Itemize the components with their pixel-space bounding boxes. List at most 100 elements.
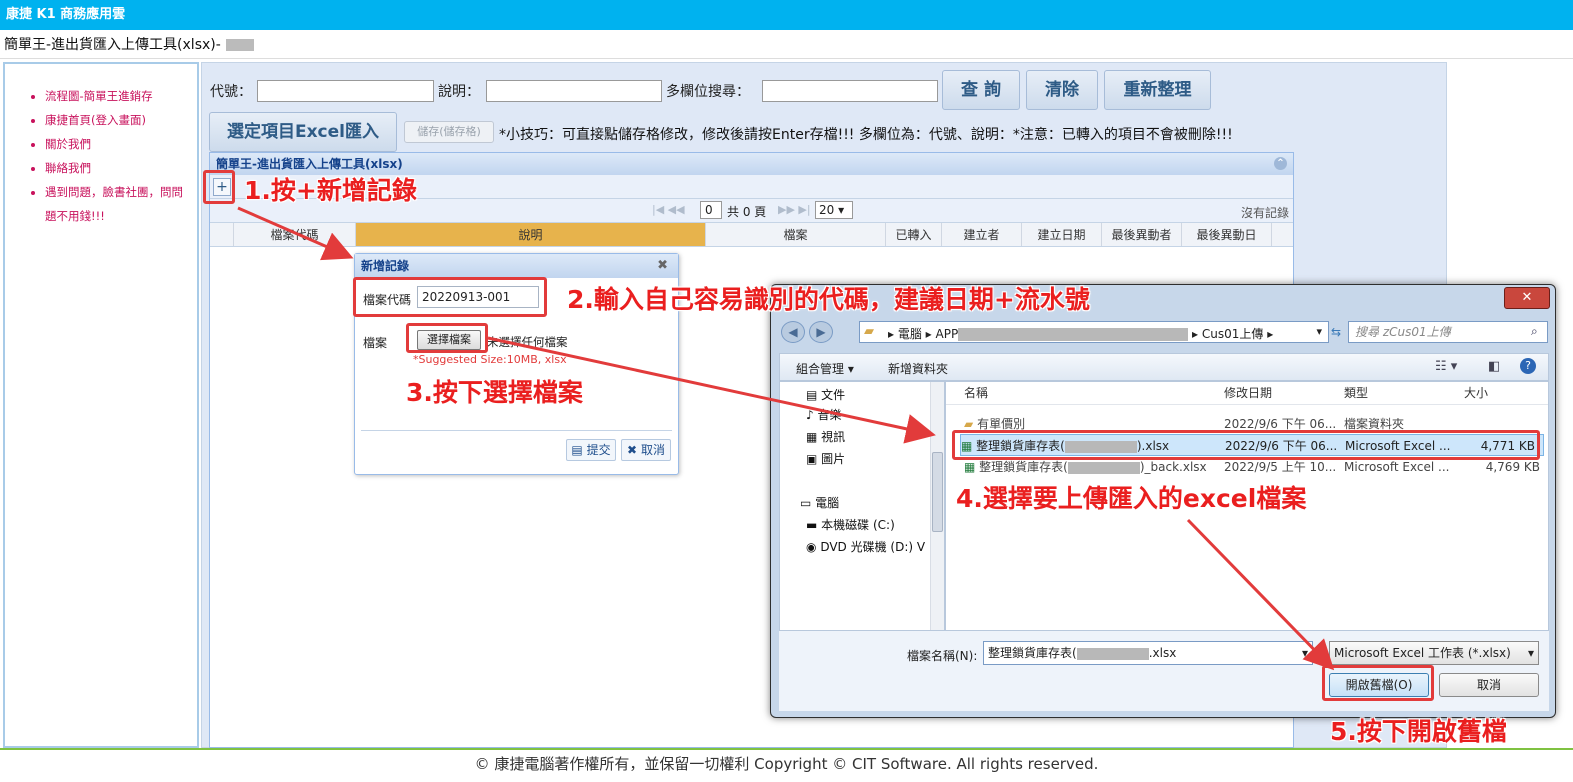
column-header[interactable]: 建立者 — [942, 223, 1022, 246]
nav-item-drive-d[interactable]: ◉ DVD 光碟機 (D:) V — [806, 536, 925, 558]
excel-icon: ▦ — [964, 460, 976, 474]
sidebar-link-facebook[interactable]: 遇到問題，臉書社團，問問題不用錢!!! — [45, 180, 197, 228]
annotation-step-5: 5.按下開啟舊檔 — [1330, 717, 1507, 746]
search-icon: ⌕ — [1531, 324, 1538, 338]
column-size[interactable]: 大小 — [1464, 382, 1488, 404]
path-app[interactable]: APP — [936, 327, 959, 341]
file-toolbar: 組合管理 ▾ 新增資料夾 ☷ ▾ ◧ ? — [779, 353, 1549, 381]
computer-icon: ▭ — [800, 496, 812, 510]
dvd-icon: ◉ — [806, 540, 817, 554]
multi-search-label: 多欄位搜尋： — [666, 84, 750, 100]
annotation-step-1: 1.按+新增記錄 — [244, 176, 417, 205]
multi-search-input[interactable] — [762, 80, 938, 102]
desc-input[interactable] — [486, 80, 662, 102]
save-cell-button[interactable]: 儲存(儲存格) — [404, 121, 494, 143]
video-icon: ▦ — [806, 430, 818, 444]
new-folder-button[interactable]: 新增資料夾 — [888, 360, 948, 377]
divider — [361, 430, 672, 431]
column-header[interactable]: 最後異動日 — [1182, 223, 1272, 246]
folder-icon: ▰ — [964, 417, 974, 431]
reset-button[interactable]: 重新整理 — [1104, 70, 1211, 110]
annotation-step-2: 2.輸入自己容易識別的代碼，建議日期+流水號 — [567, 285, 1090, 314]
collapse-icon[interactable]: ⌃ — [1274, 157, 1287, 170]
sidebar-link-contact[interactable]: 聯絡我們 — [45, 156, 197, 180]
desc-label: 說明： — [438, 84, 480, 100]
close-window-button[interactable]: ✕ — [1504, 287, 1550, 309]
annotation-step-4: 4.選擇要上傳匯入的excel檔案 — [956, 484, 1307, 513]
app-title: 康捷 K1 商務應用雲 — [6, 7, 126, 22]
close-icon: ✖ — [627, 443, 638, 457]
folder-icon: ▰ — [864, 324, 874, 339]
cancel-open-button[interactable]: 取消 — [1439, 673, 1539, 697]
file-type-select[interactable]: Microsoft Excel 工作表 (*.xlsx) ▾ — [1329, 641, 1539, 665]
column-type[interactable]: 類型 — [1344, 382, 1368, 404]
highlight-add — [203, 170, 235, 204]
save-icon: ▤ — [571, 443, 583, 457]
organize-button[interactable]: 組合管理 ▾ — [796, 360, 854, 377]
music-icon: ♪ — [806, 408, 814, 422]
nav-item-pictures[interactable]: ▣ 圖片 — [806, 448, 845, 470]
footer: © 康捷電腦著作權所有，並保留一切權利 Copyright © CIT Soft… — [0, 748, 1573, 782]
file-label: 檔案 — [363, 336, 388, 350]
drive-icon: ▬ — [806, 518, 818, 532]
column-header[interactable]: 最後異動者 — [1102, 223, 1182, 246]
column-header[interactable]: 說明 — [356, 223, 706, 246]
cancel-button[interactable]: ✖ 取消 — [621, 439, 671, 461]
first-page-icon[interactable]: |◀ ◀◀ — [652, 203, 685, 216]
help-icon[interactable]: ? — [1520, 358, 1536, 374]
path-folder[interactable]: Cus01上傳 — [1202, 327, 1264, 341]
redacted-text — [226, 39, 254, 51]
close-icon[interactable]: ✖ — [657, 254, 668, 278]
address-bar[interactable]: ▰ ▸ 電腦 ▸ APP ▸ Cus01上傳 ▸ ▾ — [859, 321, 1329, 343]
forward-icon[interactable]: ▶ — [809, 321, 833, 343]
nav-scrollbar[interactable] — [930, 382, 944, 630]
dropdown-icon: ▾ — [1301, 646, 1308, 660]
excel-import-button[interactable]: 選定項目Excel匯入 — [209, 112, 397, 152]
highlight-file — [952, 430, 1540, 460]
annotation-step-3: 3.按下選擇檔案 — [406, 378, 583, 407]
page-size-select[interactable]: 20 ▾ — [815, 201, 853, 219]
column-date[interactable]: 修改日期 — [1224, 382, 1272, 404]
nav-item-videos[interactable]: ▦ 視訊 — [806, 426, 845, 448]
column-header[interactable]: 檔案 — [706, 223, 886, 246]
sidebar: 流程圖-簡單王進銷存 康捷首頁(登入畫面) 關於我們 聯絡我們 遇到問題，臉書社… — [3, 62, 199, 748]
document-icon: ▤ — [806, 388, 818, 402]
nav-item-music[interactable]: ♪ 音樂 — [806, 404, 842, 426]
nav-item-documents[interactable]: ▤ 文件 — [806, 384, 845, 406]
view-icon[interactable]: ☷ ▾ — [1435, 359, 1457, 374]
column-name[interactable]: 名稱 — [964, 382, 988, 404]
sidebar-link-home[interactable]: 康捷首頁(登入畫面) — [45, 108, 197, 132]
highlight-open — [1322, 665, 1434, 701]
column-header[interactable]: 檔案代碼 — [234, 223, 356, 246]
tip-text: *小技巧：可直接點儲存格修改，修改後請按Enter存檔!!! 多欄位為：代號、說… — [499, 127, 1233, 143]
filename-label: 檔案名稱(N): — [907, 649, 978, 663]
column-header[interactable]: 已轉入 — [886, 223, 942, 246]
nav-item-drive-c[interactable]: ▬ 本機磁碟 (C:) — [806, 514, 895, 536]
page-input[interactable]: 0 — [700, 201, 722, 219]
nav-item-computer[interactable]: ▭ 電腦 — [800, 492, 839, 514]
column-header[interactable]: 建立日期 — [1022, 223, 1102, 246]
clear-button[interactable]: 清除 — [1026, 70, 1098, 110]
query-button[interactable]: 查 詢 — [942, 70, 1020, 110]
sidebar-link-flowchart[interactable]: 流程圖-簡單王進銷存 — [45, 84, 197, 108]
preview-pane-icon[interactable]: ◧ — [1488, 359, 1500, 374]
submit-button[interactable]: ▤ 提交 — [566, 439, 616, 461]
search-input[interactable]: 搜尋 zCus01上傳 — [1348, 321, 1548, 343]
filename-input[interactable]: 整理鎖貨庫存表(.xlsx ▾ — [983, 641, 1313, 665]
scrollbar-thumb[interactable] — [932, 452, 943, 532]
no-records-text: 沒有記錄 — [1240, 206, 1289, 220]
next-page-icon[interactable]: ▶▶ ▶| — [778, 203, 811, 216]
dialog-title-bar: 新增記錄 ✖ — [355, 254, 678, 278]
refresh-icon[interactable]: ⇆ — [1331, 321, 1345, 343]
back-icon[interactable]: ◀ — [781, 321, 805, 343]
size-hint: *Suggested Size:10MB, xlsx — [413, 353, 567, 366]
path-pc[interactable]: 電腦 — [898, 327, 922, 341]
app-title-bar: 康捷 K1 商務應用雲 — [0, 0, 1573, 30]
grid-columns: 檔案代碼 說明 檔案 已轉入 建立者 建立日期 最後異動者 最後異動日 — [210, 223, 1293, 247]
highlight-choose — [406, 323, 488, 353]
code-label: 代號： — [210, 84, 252, 100]
page-total: 共 0 頁 — [727, 205, 767, 219]
sidebar-link-about[interactable]: 關於我們 — [45, 132, 197, 156]
dropdown-icon[interactable]: ▾ — [1316, 325, 1322, 338]
code-input[interactable] — [257, 80, 434, 102]
